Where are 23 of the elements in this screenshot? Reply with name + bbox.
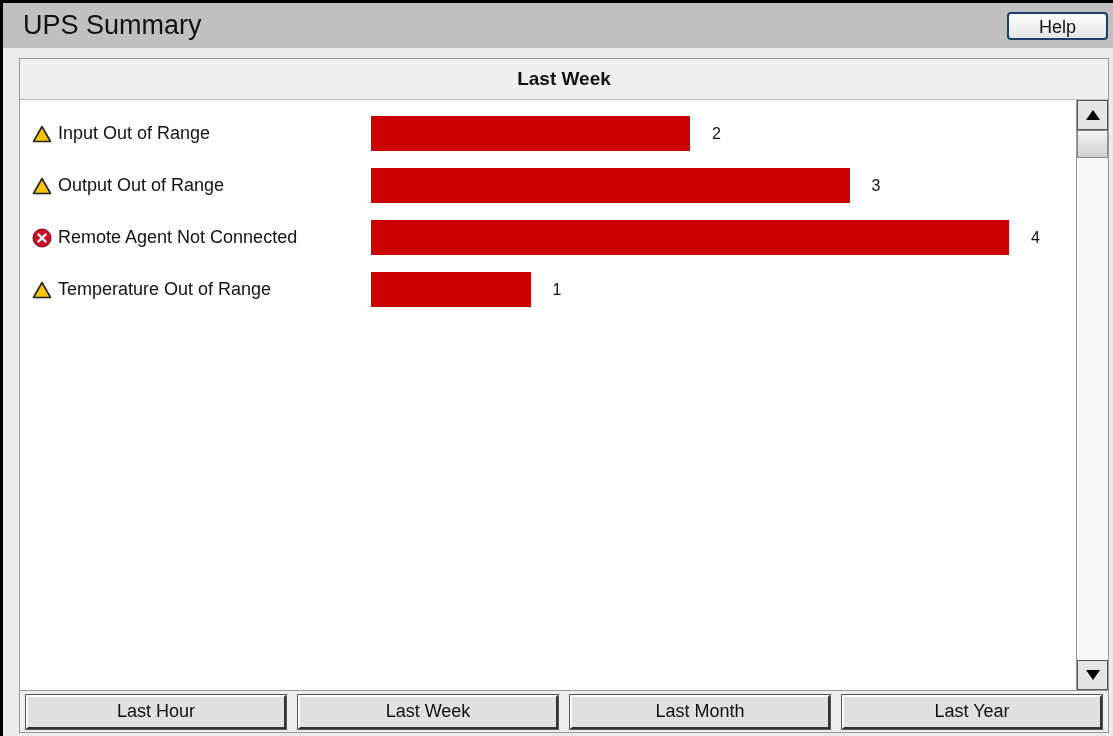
alarm-label: Input Out of Range bbox=[58, 122, 211, 145]
alarm-label: Temperature Out of Range bbox=[58, 278, 272, 301]
range-button[interactable]: Last Year bbox=[842, 694, 1102, 729]
scroll-up-icon[interactable] bbox=[1077, 100, 1108, 130]
bar-value: 4 bbox=[1031, 227, 1040, 248]
bar-value: 1 bbox=[552, 279, 562, 300]
panel-title: Last Week bbox=[517, 66, 611, 91]
help-button[interactable]: Help bbox=[1007, 11, 1108, 40]
error-icon bbox=[32, 227, 52, 248]
alarm-label: Remote Agent Not Connected bbox=[58, 226, 298, 249]
warning-icon bbox=[32, 124, 52, 143]
range-button[interactable]: Last Week bbox=[298, 694, 558, 729]
scrollbar[interactable] bbox=[1076, 100, 1108, 690]
alarm-label: Output Out of Range bbox=[58, 174, 225, 197]
window-title: UPS Summary bbox=[23, 9, 202, 43]
range-button[interactable]: Last Hour bbox=[26, 694, 286, 729]
bar-value: 2 bbox=[712, 123, 721, 144]
bar-value: 3 bbox=[871, 175, 881, 196]
range-button[interactable]: Last Month bbox=[570, 694, 830, 729]
scroll-down-icon[interactable] bbox=[1077, 660, 1108, 690]
warning-icon bbox=[32, 176, 52, 195]
scroll-thumb[interactable] bbox=[1077, 130, 1108, 158]
warning-icon bbox=[32, 280, 52, 299]
